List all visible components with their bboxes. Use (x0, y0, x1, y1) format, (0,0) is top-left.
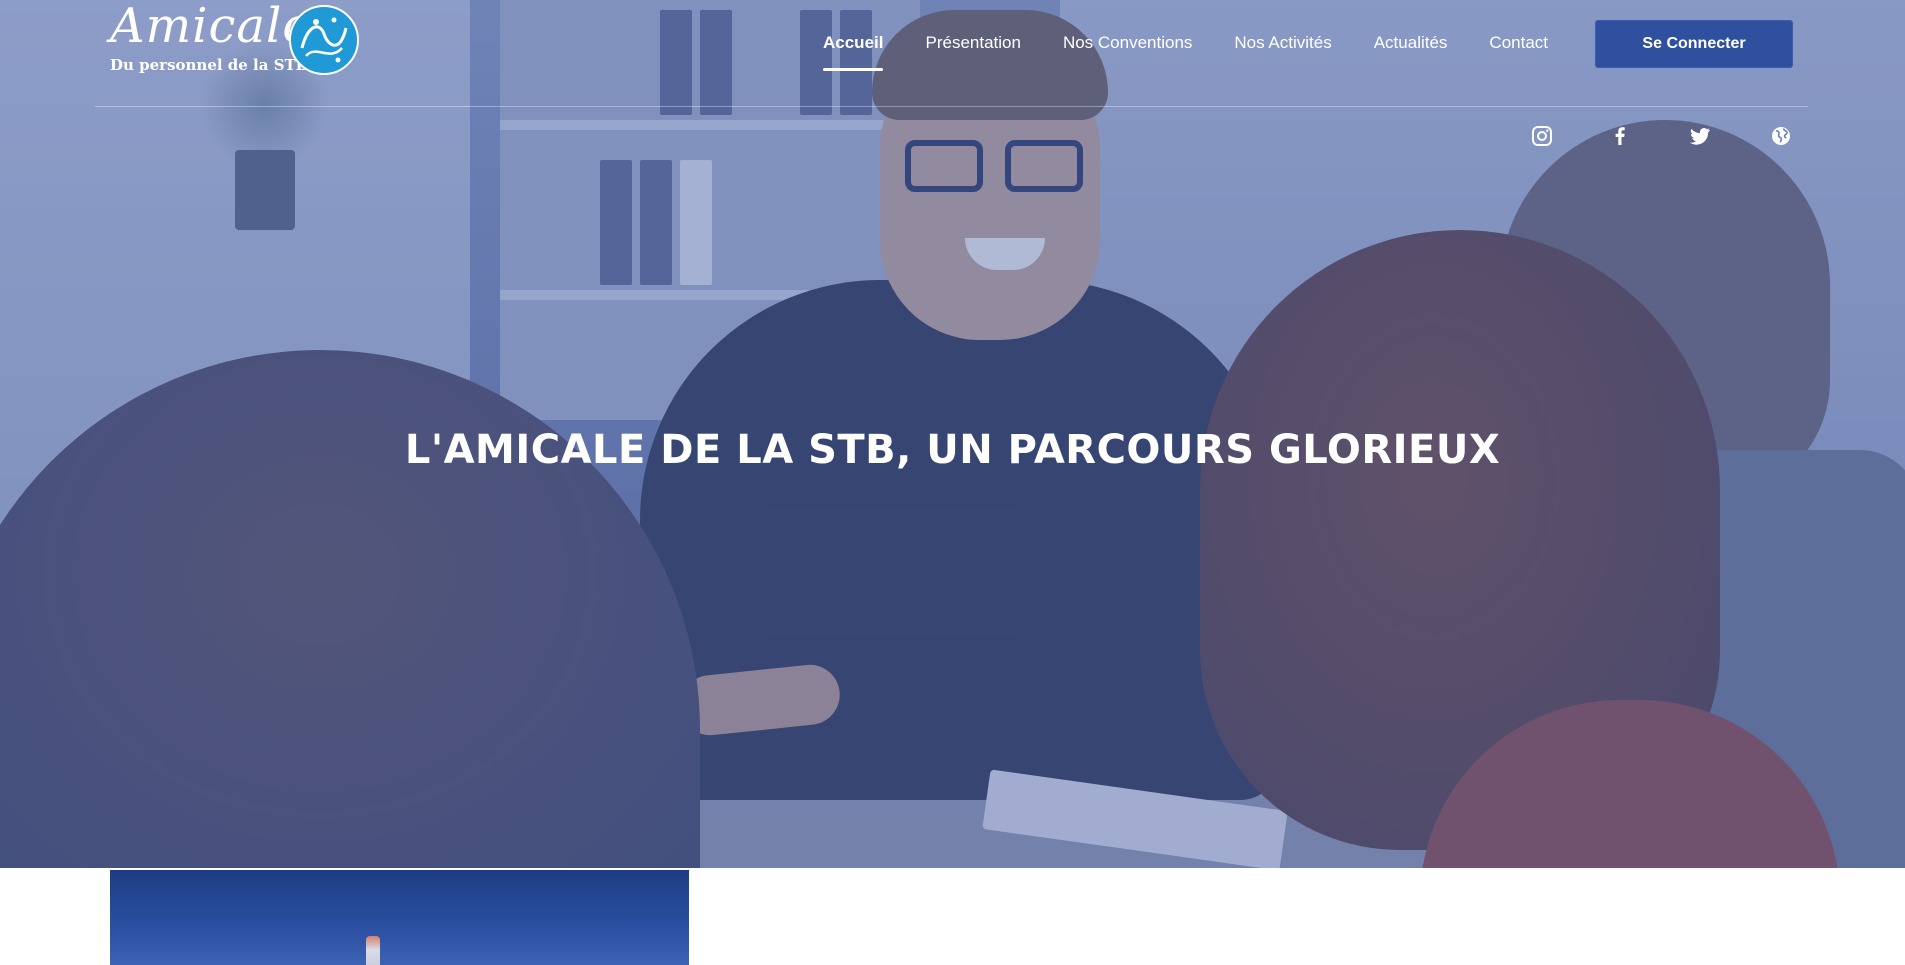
featured-image[interactable] (110, 870, 689, 965)
main-nav: Accueil Présentation Nos Conventions Nos… (823, 31, 1569, 71)
nav-presentation[interactable]: Présentation (904, 31, 1041, 61)
nav-actualites[interactable]: Actualités (1353, 31, 1469, 61)
site-header: Amicale Du personnel de la STB Accueil P… (0, 0, 1905, 150)
nav-nos-conventions[interactable]: Nos Conventions (1042, 31, 1213, 61)
logo-script-text: Amicale (110, 0, 312, 54)
stb-emblem-icon (289, 5, 359, 75)
nav-nos-activites[interactable]: Nos Activités (1213, 31, 1352, 61)
facebook-icon[interactable] (1608, 124, 1632, 148)
site-logo[interactable]: Amicale Du personnel de la STB (108, 0, 363, 80)
header-divider (95, 106, 1808, 107)
globe-icon[interactable] (1769, 124, 1793, 148)
nav-contact[interactable]: Contact (1468, 31, 1569, 61)
hero-title: L'AMICALE DE LA STB, UN PARCOURS GLORIEU… (404, 426, 1501, 473)
logo-subtitle: Du personnel de la STB (110, 56, 309, 74)
twitter-icon[interactable] (1688, 124, 1712, 148)
instagram-icon[interactable] (1530, 124, 1554, 148)
lighthouse-shape (366, 936, 380, 965)
nav-accueil[interactable]: Accueil (823, 31, 904, 71)
login-button[interactable]: Se Connecter (1595, 20, 1793, 68)
